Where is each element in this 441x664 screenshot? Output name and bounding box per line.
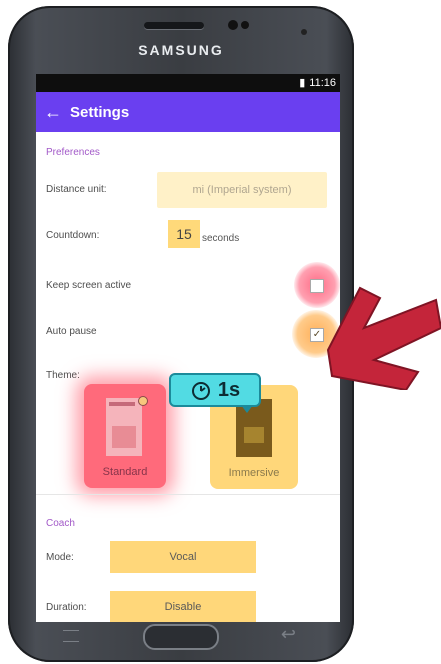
section-coach: Coach (46, 518, 75, 529)
pointer-arrow-icon (326, 286, 441, 390)
back-arrow-icon[interactable]: ← (36, 102, 70, 123)
theme-standard-preview (106, 396, 148, 456)
front-camera (228, 20, 238, 30)
distance-unit-label: Distance unit: (46, 184, 107, 195)
light-sensor (301, 29, 307, 35)
check-icon (138, 396, 148, 406)
countdown-input[interactable]: 15 (168, 220, 200, 248)
theme-immersive-label: Immersive (228, 467, 280, 479)
phone-frame: SAMSUNG ▮ 11:16 ← Settings Preferences D… (8, 6, 354, 662)
timer-badge-text: 1s (217, 378, 241, 401)
divider (36, 494, 340, 495)
timer-badge: 1s (169, 373, 261, 413)
seconds-label: seconds (202, 233, 240, 244)
app-bar: ← Settings (36, 92, 340, 132)
timer-icon (191, 382, 210, 400)
theme-standard-label: Standard (102, 466, 148, 478)
status-time: 11:16 (309, 76, 336, 89)
section-preferences: Preferences (46, 147, 100, 158)
distance-unit-select[interactable]: mi (Imperial system) (157, 172, 327, 208)
home-button[interactable] (143, 624, 219, 650)
proximity-sensor (241, 21, 249, 29)
menu-key-icon[interactable] (63, 630, 79, 642)
countdown-label: Countdown: (46, 230, 100, 241)
battery-icon: ▮ (299, 77, 306, 89)
keep-screen-label: Keep screen active (46, 280, 132, 291)
theme-standard-card[interactable]: Standard (84, 384, 166, 488)
hardware-buttons: ↩ (8, 616, 354, 662)
speaker-grille (144, 22, 204, 29)
brand-label: SAMSUNG (138, 42, 224, 58)
theme-label: Theme: (46, 370, 80, 381)
mode-label: Mode: (46, 552, 74, 563)
mode-select[interactable]: Vocal (110, 541, 256, 573)
page-title: Settings (70, 103, 130, 121)
duration-label: Duration: (46, 602, 87, 613)
back-key-icon[interactable]: ↩ (281, 624, 296, 645)
status-bar: ▮ 11:16 (36, 74, 340, 92)
auto-pause-label: Auto pause (46, 326, 97, 337)
screen: ▮ 11:16 ← Settings Preferences Distance … (36, 74, 340, 622)
